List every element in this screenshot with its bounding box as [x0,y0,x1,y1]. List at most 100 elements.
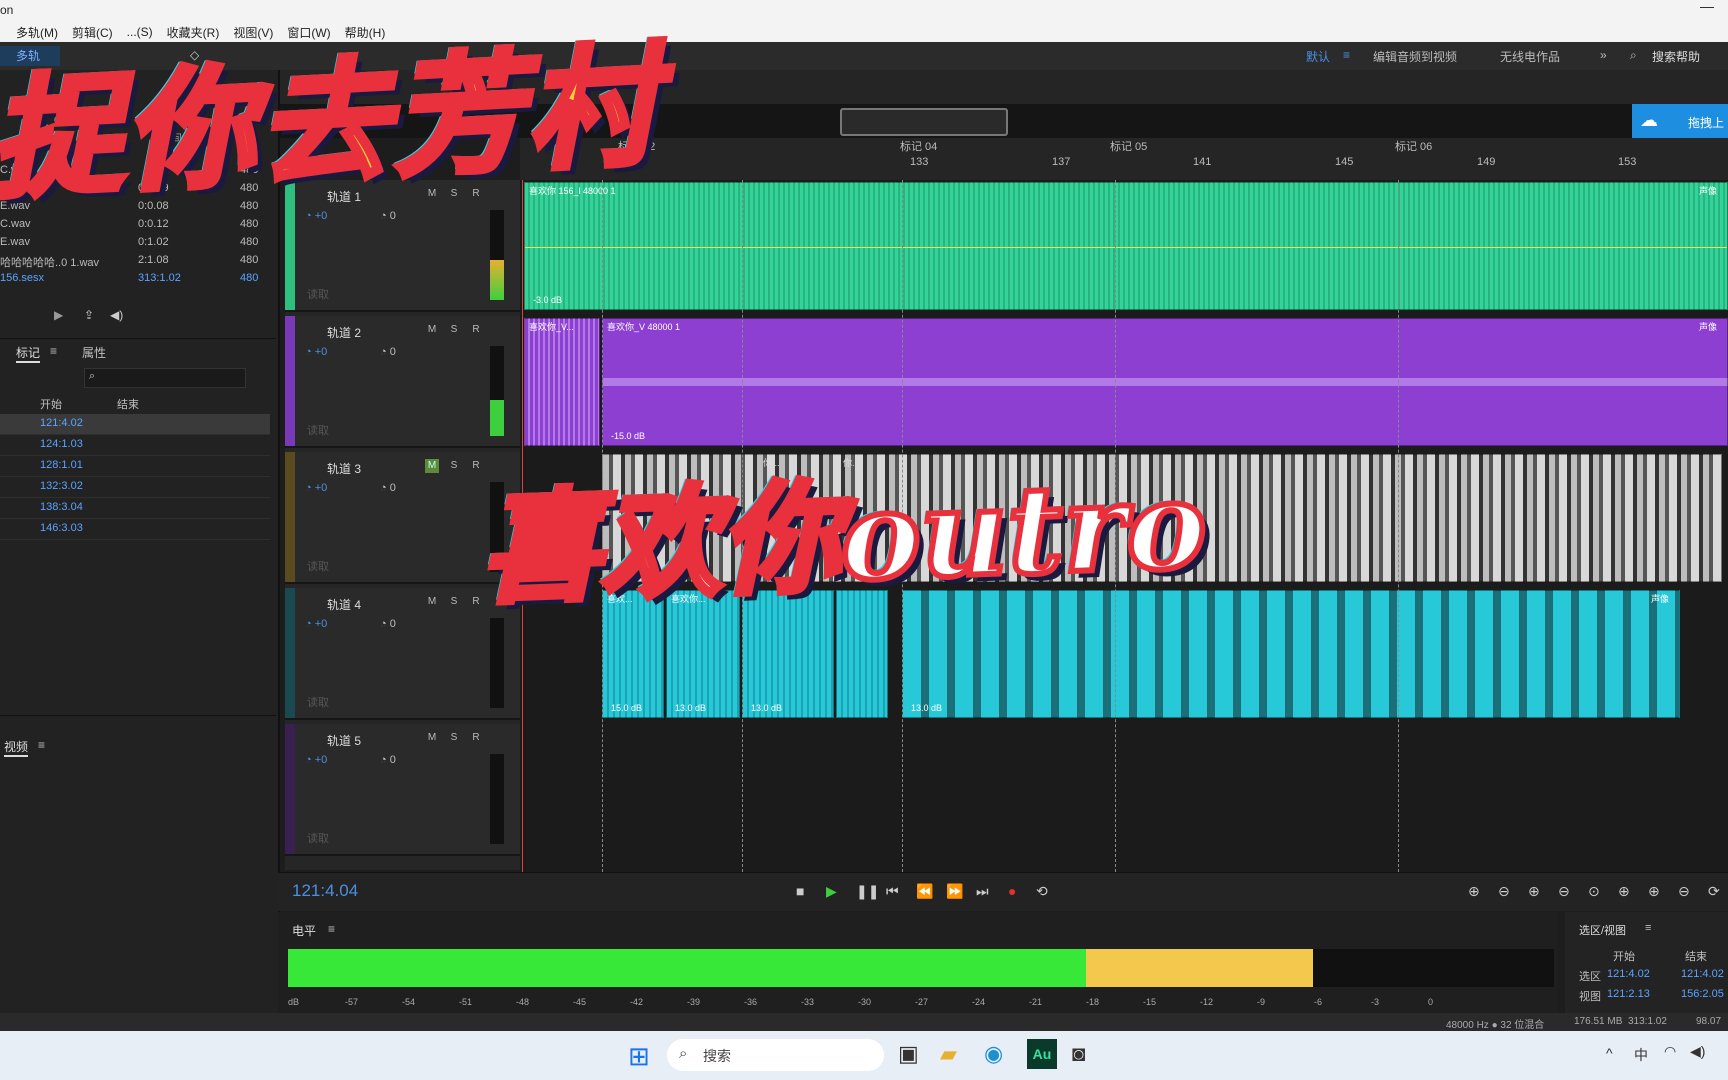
solo-button[interactable]: S [447,595,461,609]
col-start-header[interactable]: 开始 [40,396,62,412]
record-arm-button[interactable]: R [469,595,483,609]
zoom-out-time-icon[interactable]: ⊖ [1558,883,1570,900]
volume-knob[interactable]: ◔ +0 [305,482,327,494]
automation-mode[interactable]: 读取 [307,694,329,710]
file-row-session[interactable]: 156.sesx 313:1.02 480 [0,270,270,288]
selection-menu-icon[interactable]: ≡ [1645,922,1651,934]
tray-chevron-icon[interactable]: ^ [1606,1045,1613,1061]
marker-row[interactable]: 146:3.03 [0,519,270,540]
ime-indicator[interactable]: 中 [1634,1045,1648,1065]
more-workspaces-button[interactable]: » [1600,48,1607,62]
screen-recorder-icon[interactable]: ◙ [1072,1041,1085,1067]
pan-knob[interactable]: ◔ 0 [380,754,396,766]
clip-volume[interactable]: 13.0 dB [751,703,782,713]
workspace-edit-video[interactable]: 编辑音频到视频 [1373,48,1457,65]
selection-start-value[interactable]: 121:4.02 [1607,968,1650,980]
solo-button[interactable]: S [447,323,461,337]
task-view-icon[interactable]: ▣ [898,1041,919,1067]
volume-envelope[interactable] [525,247,1727,248]
track-name[interactable]: 轨道 5 [327,732,361,749]
solo-button[interactable]: S [447,731,461,745]
skip-end-icon[interactable]: ⏭ [976,883,989,900]
pan-knob[interactable]: ◔ 0 [380,618,396,630]
volume-icon[interactable]: ◀) [110,308,123,322]
view-start-value[interactable]: 121:2.13 [1607,988,1650,1000]
wifi-icon[interactable]: ◠ [1664,1043,1676,1060]
tab-markers[interactable]: 标记 [16,344,41,363]
loop-icon[interactable]: ⟲ [1036,883,1048,900]
record-arm-button[interactable]: R [469,731,483,745]
mute-button[interactable]: M [425,595,439,609]
speaker-icon[interactable]: ◀) [1690,1043,1705,1060]
file-row[interactable]: E.wav 0:1.02 480 [0,234,270,252]
automation-mode[interactable]: 读取 [307,422,329,438]
marker-label[interactable]: 标记 04 [900,138,937,154]
edge-browser-icon[interactable]: ◉ [984,1041,1003,1067]
zoom-in-amplitude-icon[interactable]: ⊕ [1468,883,1480,900]
col-end-header[interactable]: 结束 [117,396,139,412]
windows-start-icon[interactable]: ⊞ [628,1041,650,1072]
automation-mode[interactable]: 读取 [307,830,329,846]
volume-knob[interactable]: ◔ +0 [305,346,327,358]
zoom-in-right-icon[interactable]: ⊕ [1648,883,1660,900]
fast-forward-icon[interactable]: ⏩ [946,883,963,900]
zoom-out-amplitude-icon[interactable]: ⊖ [1498,883,1510,900]
minimize-button[interactable]: — [1700,0,1714,14]
clip-volume[interactable]: 13.0 dB [675,703,706,713]
audio-clip-track4[interactable]: 声像 13.0 dB [902,590,1680,718]
marker-label[interactable]: 标记 06 [1395,138,1432,154]
selection-end-value[interactable]: 121:4.02 [1681,968,1724,980]
volume-knob[interactable]: ◔ +0 [305,210,327,222]
workspace-menu-icon[interactable]: ≡ [1343,48,1350,62]
solo-button[interactable]: S [447,459,461,473]
record-arm-button[interactable]: R [469,323,483,337]
help-search-input[interactable]: 搜索帮助 [1652,48,1700,65]
zoom-reset-icon[interactable]: ⟳ [1708,883,1720,900]
mute-button-active[interactable]: M [425,459,439,473]
play-icon[interactable]: ▶ [826,883,837,900]
tab-video[interactable]: 视频 [4,738,29,757]
automation-mode[interactable]: 读取 [307,286,329,302]
timecode-display[interactable]: 121:4.04 [292,881,358,901]
mute-button[interactable]: M [425,323,439,337]
audio-clip-track2a[interactable]: 喜欢你_V... [524,318,600,446]
pan-knob[interactable]: ◔ 0 [380,210,396,222]
timeline-ruler[interactable]: 标记 02 标记 04 标记 05 标记 06 125 133 137 141 … [520,138,1728,180]
markers-search-input[interactable]: ⌕ [84,368,246,388]
record-icon[interactable]: ● [1008,883,1016,899]
markers-menu-icon[interactable]: ≡ [50,344,57,358]
stop-icon[interactable]: ■ [796,883,804,899]
volume-knob[interactable]: ◔ +0 [305,618,327,630]
zoom-in-left-icon[interactable]: ⊕ [1618,883,1630,900]
zoom-selection-icon[interactable]: ⊙ [1588,883,1600,900]
play-file-icon[interactable]: ▶ [54,308,63,322]
workspace-default[interactable]: 默认 [1306,48,1330,65]
taskbar-search[interactable]: ⌕ 搜索 [667,1039,884,1071]
cloud-upload-button[interactable]: ☁ 拖拽上 [1632,104,1728,138]
marker-label[interactable]: 标记 05 [1110,138,1147,154]
pan-knob[interactable]: ◔ 0 [380,346,396,358]
marker-row[interactable]: 124:1.03 [0,435,270,456]
audio-clip-track1[interactable]: 喜欢你 156_l 48000 1 声像 -3.0 dB [524,182,1728,310]
video-menu-icon[interactable]: ≡ [38,738,45,752]
marker-row[interactable]: 121:4.02 [0,414,270,435]
automation-mode[interactable]: 读取 [307,558,329,574]
clip-volume[interactable]: -3.0 dB [533,295,562,305]
clip-volume[interactable]: 15.0 dB [611,703,642,713]
pan-knob[interactable]: ◔ 0 [380,482,396,494]
file-row[interactable]: 哈哈哈哈哈..0 1.wav 2:1.08 480 [0,252,270,270]
rewind-icon[interactable]: ⏪ [916,883,933,900]
clip-volume[interactable]: 13.0 dB [911,703,942,713]
audition-app-icon[interactable]: Au [1027,1039,1057,1069]
marker-row[interactable]: 138:3.04 [0,498,270,519]
skip-start-icon[interactable]: ⏮ [886,883,899,900]
marker-row[interactable]: 128:1.01 [0,456,270,477]
file-explorer-icon[interactable]: ▰ [940,1041,957,1067]
clip-volume[interactable]: -15.0 dB [611,431,645,441]
volume-knob[interactable]: ◔ +0 [305,754,327,766]
track-name[interactable]: 轨道 4 [327,596,361,613]
marker-row[interactable]: 132:3.02 [0,477,270,498]
pause-icon[interactable]: ❚❚ [856,883,879,900]
export-icon[interactable]: ⇪ [84,308,94,322]
zoom-out-full-icon[interactable]: ⊖ [1678,883,1690,900]
